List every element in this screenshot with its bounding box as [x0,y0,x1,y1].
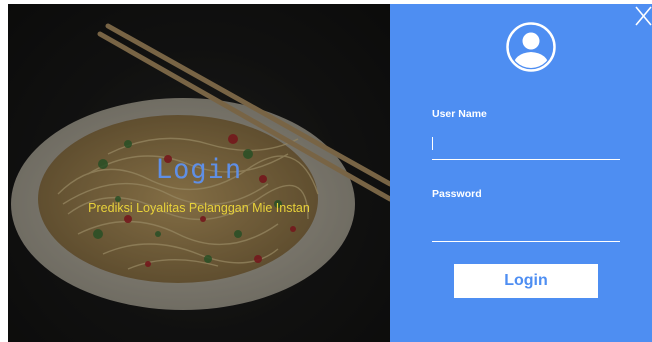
noodle-bowl-image: Login Prediksi Loyalitas Pelanggan Mie I… [8,4,390,342]
close-icon[interactable] [634,4,652,30]
page-title: Login [155,154,243,185]
password-input[interactable] [432,219,620,242]
text-cursor [432,137,433,150]
username-label: User Name [432,108,487,120]
username-input[interactable] [432,137,620,160]
user-avatar-icon [506,22,556,72]
app-subtitle: Prediksi Loyalitas Pelanggan Mie Instan [88,201,310,215]
login-button[interactable]: Login [454,264,598,298]
login-window: Login Prediksi Loyalitas Pelanggan Mie I… [0,0,652,342]
password-label: Password [432,188,482,200]
